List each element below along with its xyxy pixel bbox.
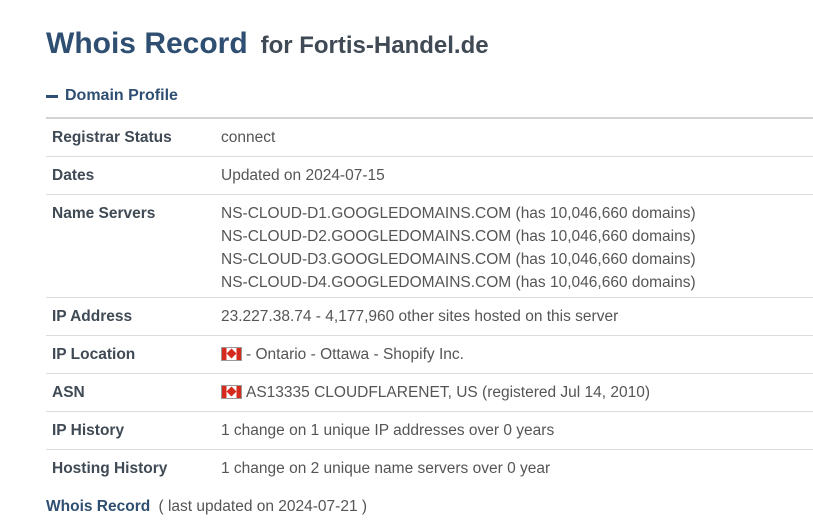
last-updated-note: ( last updated on 2024-07-21 ) xyxy=(158,498,368,515)
table-row: ASN AS13335 CLOUDFLARENET, US (registere… xyxy=(46,373,813,412)
table-row: IP Address 23.227.38.74 - 4,177,960 othe… xyxy=(46,297,813,336)
canada-flag-icon xyxy=(221,347,242,361)
ip-location-label: IP Location xyxy=(52,346,136,363)
table-row: Dates Updated on 2024-07-15 xyxy=(46,156,813,195)
name-servers-label: Name Servers xyxy=(52,205,156,222)
table-row: Name Servers NS-CLOUD-D1.GOOGLEDOMAINS.C… xyxy=(46,194,813,298)
whois-record-footer: Whois Record ( last updated on 2024-07-2… xyxy=(46,498,367,516)
page-title-domain: for Fortis-Handel.de xyxy=(260,32,489,59)
whois-page: Whois Record for Fortis-Handel.de Domain… xyxy=(0,0,813,528)
name-server-entry: NS-CLOUD-D1.GOOGLEDOMAINS.COM (has 10,04… xyxy=(221,205,696,222)
table-row: IP Location - Ontario - Ottawa - Shopify… xyxy=(46,335,813,374)
registrar-status-label: Registrar Status xyxy=(52,129,172,146)
ip-address-label: IP Address xyxy=(52,308,133,325)
ip-history-label: IP History xyxy=(52,422,125,439)
ip-location-cell: - Ontario - Ottawa - Shopify Inc. xyxy=(221,336,813,374)
hosting-history-label: Hosting History xyxy=(52,460,168,477)
dates-label: Dates xyxy=(52,167,95,184)
asn-label: ASN xyxy=(52,384,85,401)
table-row: Hosting History 1 change on 2 unique nam… xyxy=(46,449,813,488)
ip-history-value: 1 change on 1 unique IP addresses over 0… xyxy=(221,422,555,439)
asn-cell: AS13335 CLOUDFLARENET, US (registered Ju… xyxy=(221,374,813,412)
page-title: Whois Record for Fortis-Handel.de xyxy=(46,24,489,61)
ip-address-value: 23.227.38.74 - 4,177,960 other sites hos… xyxy=(221,308,619,325)
domain-profile-label: Domain Profile xyxy=(65,87,178,104)
page-title-main: Whois Record xyxy=(46,27,248,60)
registrar-status-value: connect xyxy=(221,129,276,146)
ip-location-value: - Ontario - Ottawa - Shopify Inc. xyxy=(246,346,464,363)
minus-icon xyxy=(46,95,58,98)
table-row: Registrar Status connect xyxy=(46,118,813,157)
name-server-entry: NS-CLOUD-D2.GOOGLEDOMAINS.COM (has 10,04… xyxy=(221,228,696,245)
name-servers-value: NS-CLOUD-D1.GOOGLEDOMAINS.COM (has 10,04… xyxy=(221,195,813,298)
name-server-entry: NS-CLOUD-D3.GOOGLEDOMAINS.COM (has 10,04… xyxy=(221,251,696,268)
domain-profile-toggle[interactable]: Domain Profile xyxy=(46,87,178,105)
dates-value: Updated on 2024-07-15 xyxy=(221,167,385,184)
asn-value: AS13335 CLOUDFLARENET, US (registered Ju… xyxy=(246,384,651,401)
table-row: IP History 1 change on 1 unique IP addre… xyxy=(46,411,813,450)
domain-profile-table: Registrar Status connect Dates Updated o… xyxy=(46,117,813,487)
hosting-history-value: 1 change on 2 unique name servers over 0… xyxy=(221,460,551,477)
canada-flag-icon xyxy=(221,385,242,399)
name-server-entry: NS-CLOUD-D4.GOOGLEDOMAINS.COM (has 10,04… xyxy=(221,274,696,291)
whois-record-toggle[interactable]: Whois Record xyxy=(46,498,150,515)
